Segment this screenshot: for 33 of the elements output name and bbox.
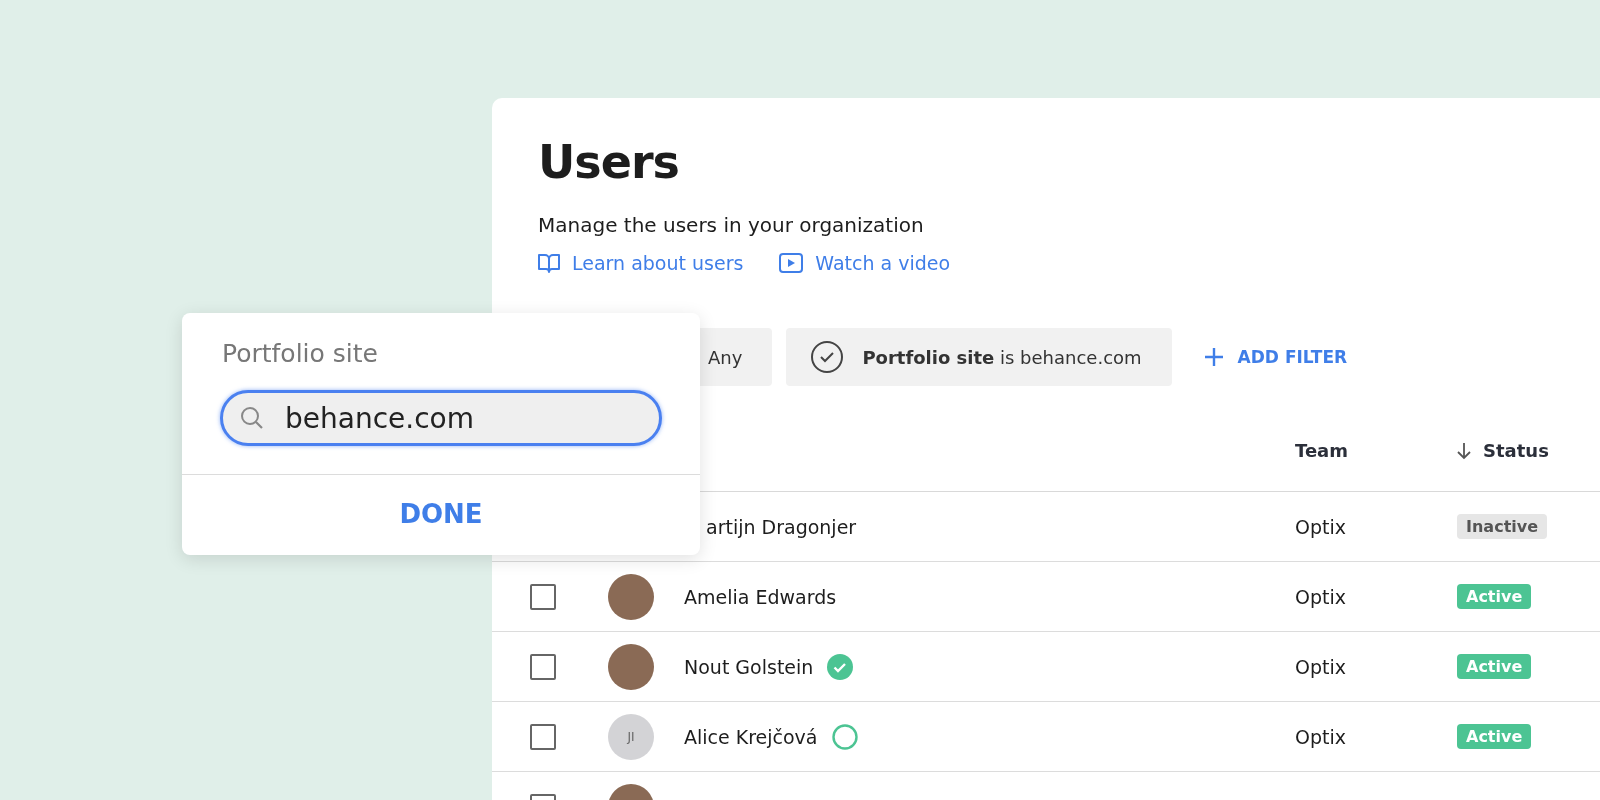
page-subtitle: Manage the users in your organization — [538, 212, 925, 238]
team-name: Optix — [1295, 655, 1346, 678]
done-button[interactable]: DONE — [182, 475, 700, 555]
avatar-initials: JI — [608, 713, 654, 760]
user-name: artijn Dragonjer — [706, 515, 857, 538]
team-name: Optix — [1295, 725, 1346, 748]
search-field[interactable]: behance.com — [220, 390, 662, 446]
team-name: Optix — [1295, 585, 1346, 608]
field-label: Portfolio site — [222, 339, 379, 368]
status-badge: Active — [1457, 654, 1532, 679]
book-icon — [538, 253, 560, 273]
play-icon — [779, 253, 804, 273]
add-filter-button[interactable]: ADD FILTER — [1199, 341, 1352, 373]
row-checkbox[interactable] — [530, 583, 556, 610]
user-name: Amelia Edwards — [684, 585, 837, 608]
column-header[interactable]: Status — [1457, 440, 1549, 491]
column-header: Team — [1295, 440, 1348, 463]
learn-link[interactable]: Learn about users — [538, 252, 744, 274]
search-icon — [240, 406, 264, 430]
filter-chip[interactable]: Portfolio site is behance.com — [786, 328, 1172, 386]
video-link[interactable]: Watch a video — [779, 252, 951, 274]
status-badge: Inactive — [1457, 514, 1548, 539]
check-circle-icon — [810, 340, 845, 374]
user-name: Alice Krejčová — [684, 725, 818, 748]
row-checkbox[interactable] — [530, 653, 556, 680]
page-title: Users — [538, 134, 680, 190]
status-badge: Active — [1457, 584, 1532, 609]
plus-icon — [1203, 347, 1224, 367]
row-checkbox[interactable] — [530, 723, 556, 750]
team-name: Optix — [1295, 515, 1346, 538]
status-badge: Active — [1457, 724, 1532, 749]
user-name: Nout Golstein — [684, 655, 814, 678]
sort-arrow-icon — [1457, 441, 1471, 460]
